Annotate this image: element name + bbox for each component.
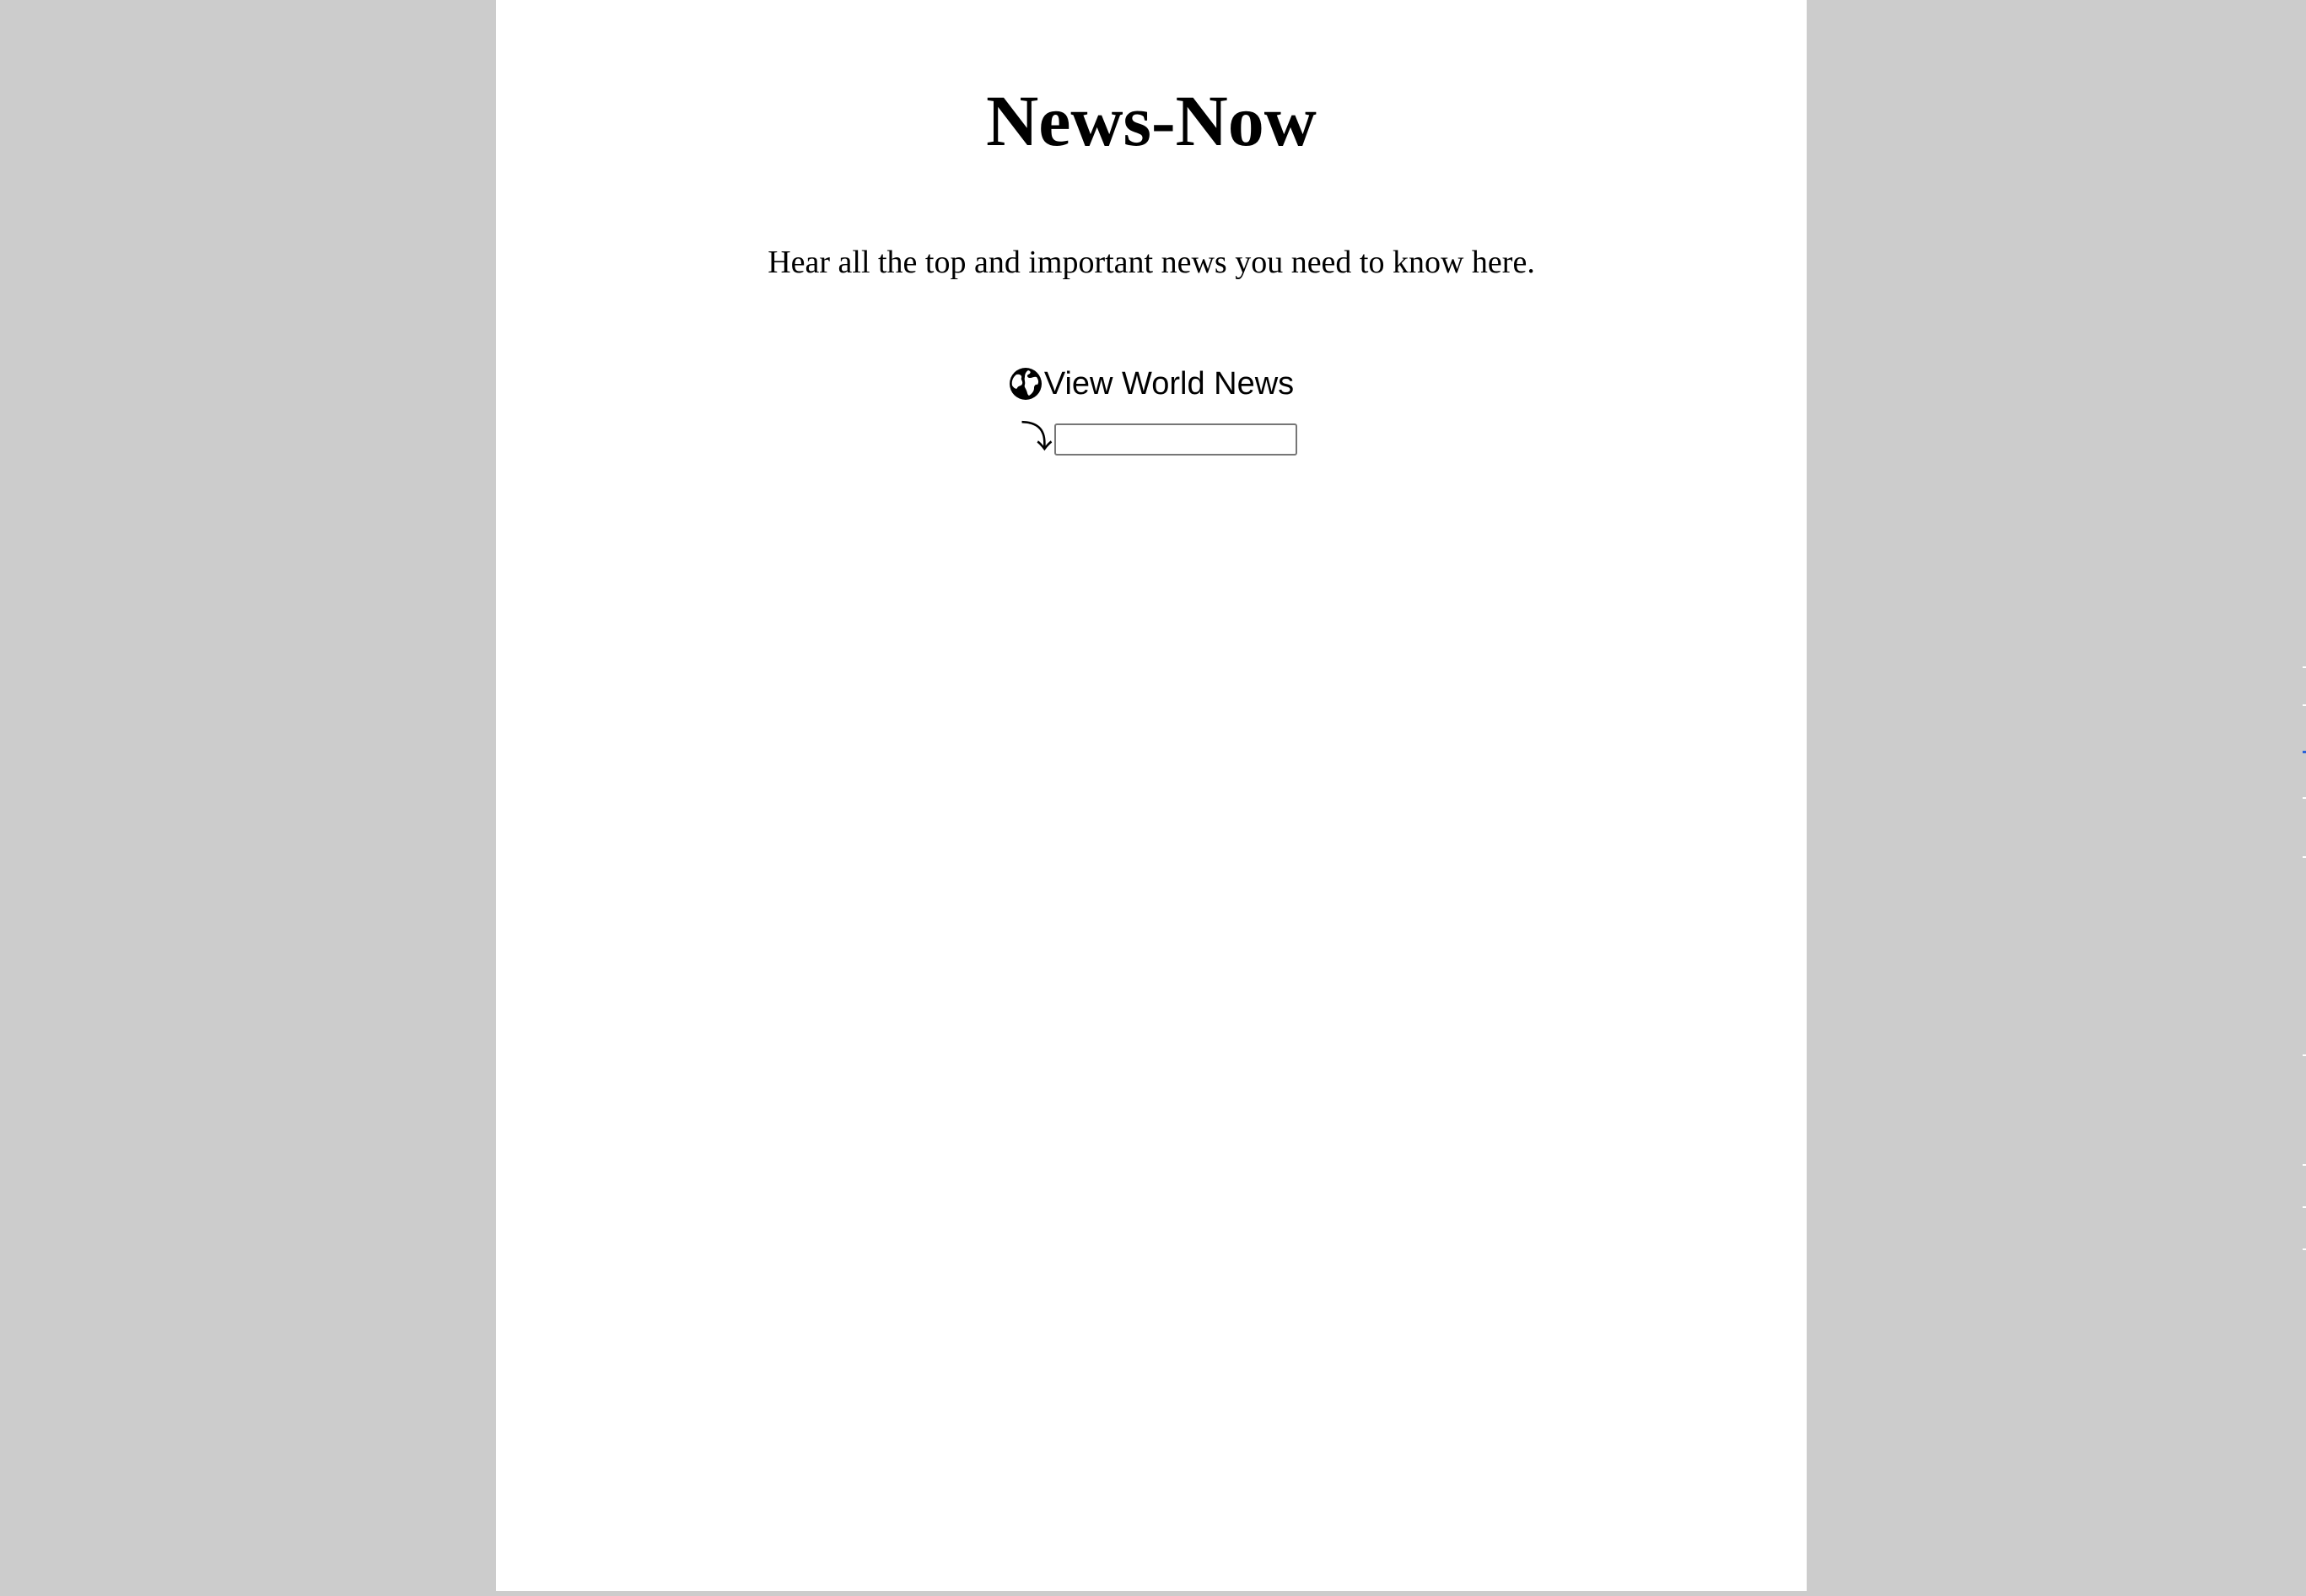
edge-tick: [2303, 856, 2306, 858]
edge-tick: [2303, 797, 2306, 799]
page-tagline: Hear all the top and important news you …: [768, 245, 1535, 280]
window-edge: [2301, 0, 2306, 1596]
edge-tick: [2303, 1164, 2306, 1166]
news-input[interactable]: [1054, 423, 1297, 456]
globe-icon: [1009, 368, 1042, 400]
edge-tick: [2303, 1248, 2306, 1250]
edge-tick: [2303, 666, 2306, 668]
browser-viewport: News-Now Hear all the top and important …: [0, 0, 2306, 1596]
arrow-down-right-icon: ⤵: [1020, 418, 1053, 456]
edge-tick: [2303, 751, 2306, 753]
edge-tick: [2303, 1206, 2306, 1208]
view-world-news-link[interactable]: View World News: [496, 363, 1807, 405]
page-title: News-Now: [986, 80, 1317, 161]
input-row: ⤵: [496, 420, 1807, 456]
view-world-news-label: View World News: [1043, 366, 1295, 402]
edge-tick: [2303, 704, 2306, 706]
edge-tick: [2303, 1054, 2306, 1056]
page-content: News-Now Hear all the top and important …: [496, 0, 1807, 1591]
